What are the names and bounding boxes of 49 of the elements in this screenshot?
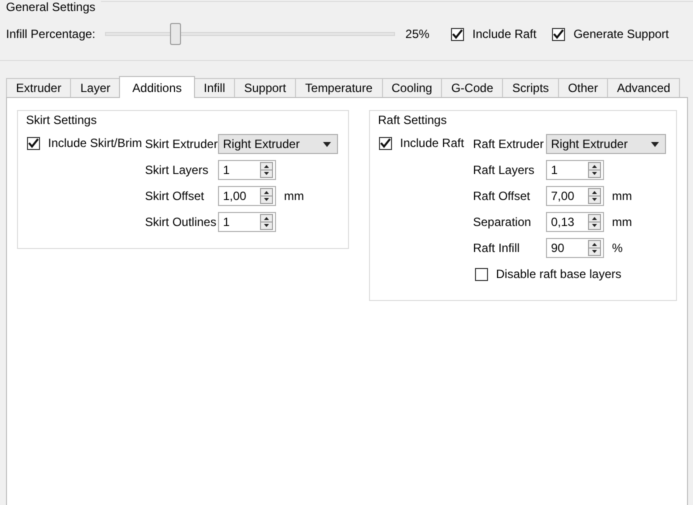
- unit-label: mm: [284, 188, 304, 205]
- field-label: Raft Extruder: [473, 136, 545, 153]
- dropdown[interactable]: Right Extruder: [218, 134, 338, 154]
- dropdown[interactable]: Right Extruder: [546, 134, 666, 154]
- tab[interactable]: Scripts: [502, 78, 559, 97]
- field-label: Skirt Layers: [145, 162, 210, 179]
- checkbox[interactable]: [475, 268, 488, 280]
- checkbox[interactable]: [552, 28, 566, 40]
- spin-arrows-icon[interactable]: [588, 240, 601, 256]
- tab[interactable]: Additions: [119, 76, 195, 98]
- field-label: Raft Layers: [473, 162, 536, 179]
- unit-label: mm: [612, 188, 632, 205]
- checkbox-label[interactable]: Include Skirt/Brim: [48, 134, 142, 152]
- unit-label: %: [612, 240, 623, 257]
- checkbox[interactable]: [451, 28, 464, 40]
- spin-arrows-icon[interactable]: [260, 214, 273, 230]
- unit-label: mm: [612, 214, 632, 231]
- field-label: Raft Offset: [473, 188, 532, 205]
- infill-label: Infill Percentage:: [6, 26, 96, 43]
- infill-value: 25%: [405, 26, 430, 43]
- slider-thumb[interactable]: [170, 23, 181, 45]
- slider[interactable]: [105, 23, 396, 45]
- spin-arrows-icon[interactable]: [588, 162, 601, 178]
- group-title: General Settings: [5, 0, 96, 14]
- spin-arrows-icon[interactable]: [260, 188, 273, 204]
- checkbox[interactable]: [379, 136, 392, 150]
- field-label: Separation: [473, 214, 532, 231]
- tab[interactable]: Layer: [70, 78, 120, 97]
- spin-arrows-icon[interactable]: [260, 162, 273, 178]
- tab[interactable]: Cooling: [382, 78, 442, 97]
- tab[interactable]: Temperature: [295, 78, 383, 97]
- checkbox-label[interactable]: Include Raft: [472, 25, 536, 43]
- tab[interactable]: Advanced: [606, 78, 680, 97]
- caret-icon: [651, 142, 659, 146]
- checkbox-label[interactable]: Disable raft base layers: [496, 265, 622, 283]
- tab[interactable]: Support: [234, 78, 296, 97]
- spin-arrows-icon[interactable]: [588, 214, 601, 230]
- checkbox-label[interactable]: Generate Support: [573, 25, 669, 43]
- checkbox-label[interactable]: Include Raft: [400, 134, 464, 152]
- field-label: Raft Infill: [473, 240, 521, 257]
- group-title: Raft Settings: [376, 113, 449, 127]
- caret-icon: [323, 142, 331, 146]
- group-title: Skirt Settings: [24, 113, 99, 127]
- field-label: Skirt Outlines: [145, 214, 218, 231]
- tab[interactable]: Extruder: [6, 78, 72, 97]
- checkbox[interactable]: [27, 136, 40, 150]
- spin-arrows-icon[interactable]: [588, 188, 601, 204]
- field-label: Skirt Extruder: [145, 136, 218, 153]
- field-label: Skirt Offset: [145, 188, 206, 205]
